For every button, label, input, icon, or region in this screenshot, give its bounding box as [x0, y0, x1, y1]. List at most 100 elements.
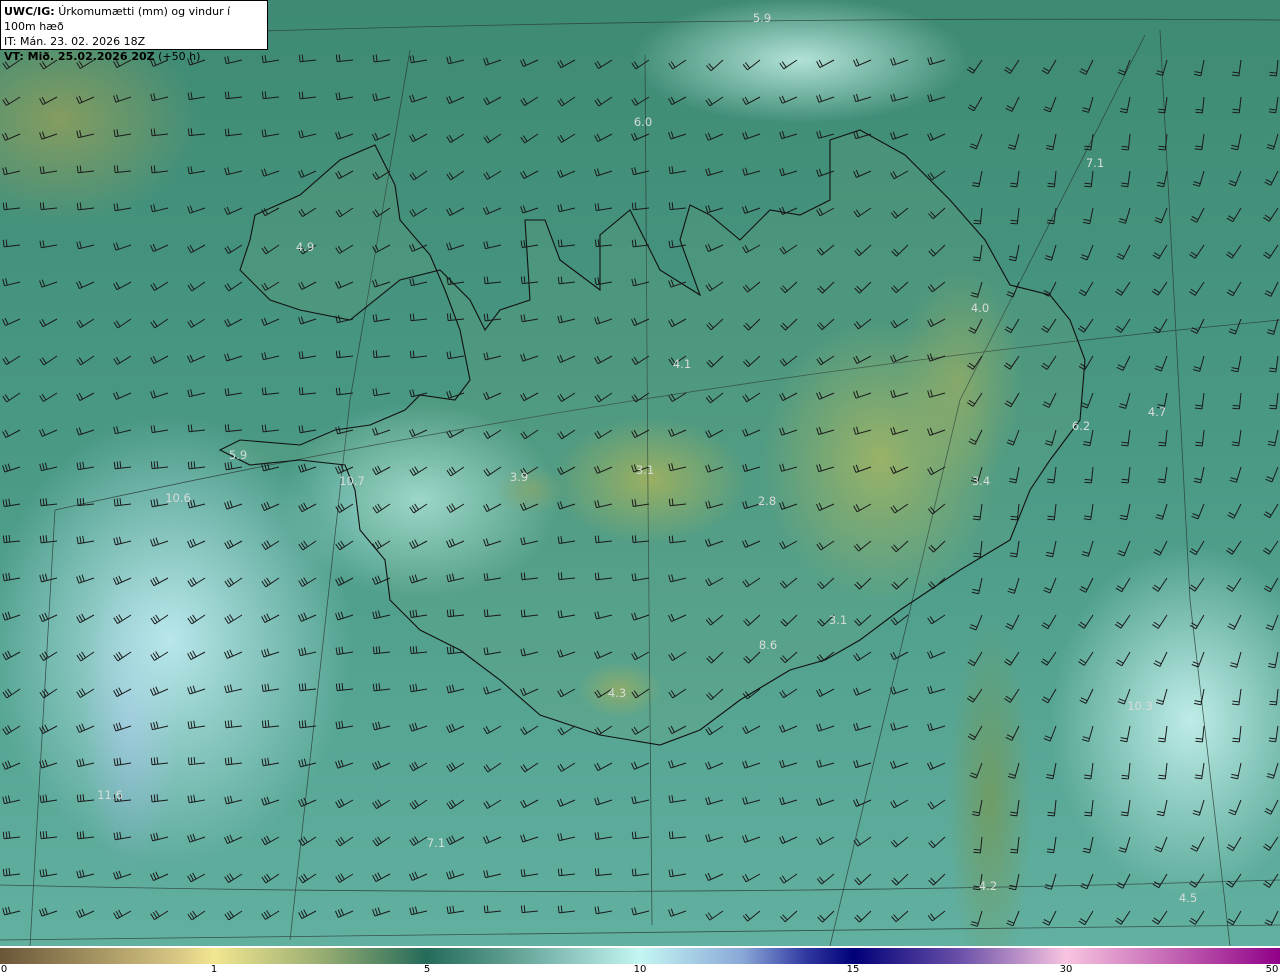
wind-barb — [816, 759, 835, 768]
wind-barb — [113, 575, 132, 586]
map-value-label: 7.1 — [426, 836, 446, 850]
wind-barb — [1262, 540, 1279, 555]
wind-barb — [335, 350, 354, 359]
wind-barb — [483, 133, 502, 144]
wind-barb — [966, 688, 983, 703]
wind-barb — [1042, 281, 1057, 297]
wind-barb — [1008, 244, 1020, 262]
wind-barb — [1154, 207, 1168, 224]
wind-barb — [261, 168, 280, 177]
wind-barb — [39, 96, 58, 106]
wind-barb — [261, 648, 280, 658]
wind-barb — [1008, 873, 1020, 891]
map-value-label: 3.1 — [635, 463, 655, 477]
wind-barb — [1158, 429, 1168, 447]
wind-barb — [76, 241, 95, 250]
wind-barb — [298, 720, 317, 729]
wind-barb — [150, 757, 169, 766]
wind-barb — [483, 206, 502, 215]
wind-barb — [816, 688, 835, 698]
wind-barb — [928, 873, 946, 886]
wind-barb — [483, 686, 502, 695]
wind-barb — [1226, 540, 1242, 555]
wind-barb — [446, 905, 465, 914]
wind-barb — [187, 872, 206, 883]
colorbar-tick: 50 — [1265, 964, 1279, 975]
wind-barb — [557, 762, 576, 772]
wind-barb — [298, 909, 317, 920]
wind-barb — [372, 610, 391, 620]
wind-barb — [971, 577, 983, 595]
wind-barb — [1263, 244, 1279, 259]
wind-barb — [927, 132, 946, 141]
wind-barb — [39, 794, 58, 803]
wind-barb — [113, 870, 132, 880]
wind-barb — [224, 353, 243, 362]
wind-barb — [1080, 392, 1094, 409]
wind-barb — [1118, 392, 1131, 409]
wind-barb — [224, 577, 243, 588]
wind-barb — [76, 130, 95, 139]
wind-barb — [1152, 614, 1168, 629]
wind-barb — [1157, 725, 1168, 743]
wind-barb — [298, 683, 317, 692]
wind-barb — [298, 540, 317, 551]
wind-barb — [927, 93, 946, 103]
wind-barb — [520, 869, 539, 877]
wind-barb — [335, 576, 354, 587]
wind-barb — [969, 762, 983, 779]
wind-barb — [520, 133, 539, 144]
wind-barb — [705, 872, 724, 881]
map-value-label: 4.5 — [1178, 891, 1198, 905]
wind-barb — [890, 686, 909, 695]
wind-barb — [150, 93, 169, 102]
wind-barb — [409, 871, 428, 881]
wind-barb — [1226, 910, 1242, 926]
wind-barb — [1268, 96, 1279, 114]
wind-barb — [1005, 614, 1020, 630]
wind-barb — [187, 756, 206, 766]
wind-barb — [1043, 725, 1057, 742]
model-name: UWC/IG: — [4, 5, 55, 18]
wind-barb — [76, 574, 95, 584]
wind-barb — [1156, 799, 1168, 817]
wind-barb — [261, 317, 280, 326]
wind-barb — [1153, 540, 1168, 556]
wind-barb — [261, 683, 280, 692]
wind-barb — [1115, 318, 1131, 333]
map-value-label: 6.0 — [633, 115, 653, 129]
wind-barb — [1079, 577, 1094, 593]
wind-barb — [224, 720, 243, 729]
wind-barb — [927, 722, 946, 732]
wind-barb — [261, 55, 280, 64]
wind-barb — [1228, 318, 1242, 335]
wind-barb — [853, 722, 872, 731]
wind-barb — [298, 463, 317, 473]
wind-barb — [2, 392, 21, 403]
wind-barb — [446, 351, 465, 360]
wind-barb — [187, 833, 206, 843]
wind-barb — [1118, 207, 1131, 224]
wind-barb — [1115, 651, 1131, 667]
wind-barb — [705, 761, 724, 770]
wind-barb — [890, 131, 909, 140]
wind-barb — [631, 167, 650, 176]
wind-barb — [76, 165, 95, 174]
wind-barb — [150, 721, 169, 731]
wind-barb — [1005, 96, 1020, 112]
wind-barb — [705, 96, 724, 107]
wind-barb — [113, 426, 132, 435]
map-value-label: 10.3 — [1127, 699, 1153, 713]
colorbar-tick: 5 — [423, 964, 431, 975]
wind-barb — [187, 166, 206, 175]
wind-barb — [966, 59, 983, 74]
wind-barb — [594, 868, 613, 877]
wind-barb — [1077, 318, 1094, 333]
wind-barb — [1010, 836, 1020, 854]
wind-barb — [705, 132, 724, 141]
wind-barb — [224, 539, 243, 550]
wind-barb — [409, 799, 428, 810]
wind-barb — [1047, 799, 1057, 817]
wind-barb — [520, 58, 539, 68]
wind-barb — [224, 281, 243, 292]
